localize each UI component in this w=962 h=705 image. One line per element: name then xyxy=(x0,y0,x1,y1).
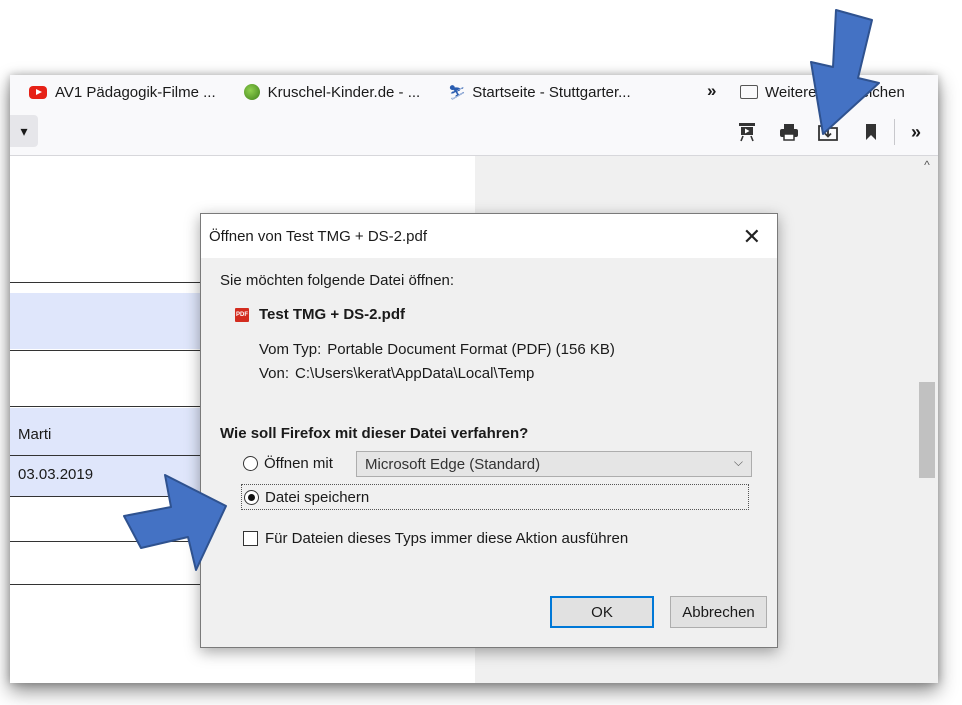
action-question: Wie soll Firefox mit dieser Datei verfah… xyxy=(220,425,529,442)
file-type-row: Vom Typ: Portable Document Format (PDF) (… xyxy=(259,341,615,358)
file-source-label: Von: xyxy=(259,365,290,382)
bookmark-label: Startseite - Stuttgarter... xyxy=(472,83,631,101)
file-source-value: C:\Users\kerat\AppData\Local\Temp xyxy=(295,365,535,382)
folder-icon xyxy=(740,85,758,99)
file-name-row: PDF Test TMG + DS-2.pdf xyxy=(235,306,405,323)
stuttgart-icon: ⛷ xyxy=(448,84,466,100)
ok-button[interactable]: OK xyxy=(550,596,654,628)
dialog-title: Öffnen von Test TMG + DS-2.pdf xyxy=(209,228,428,245)
open-with-radio[interactable] xyxy=(243,456,258,471)
dialog-titlebar: Öffnen von Test TMG + DS-2.pdf ✕ xyxy=(201,214,777,258)
bookmark-av1[interactable]: AV1 Pädagogik-Filme ... xyxy=(29,84,216,101)
bookmark-kruschel[interactable]: Kruschel-Kinder.de - ... xyxy=(243,83,421,101)
always-do-this-label: Für Dateien dieses Typs immer diese Akti… xyxy=(265,530,629,547)
dialog-prompt: Sie möchten folgende Datei öffnen: xyxy=(220,272,455,289)
bookmarks-overflow-button[interactable]: » xyxy=(707,81,716,101)
pdf-file-icon: PDF xyxy=(235,307,249,322)
open-with-label: Öffnen mit xyxy=(264,455,333,472)
presentation-icon[interactable] xyxy=(736,121,758,143)
youtube-icon xyxy=(29,85,47,99)
file-type-value: Portable Document Format (PDF) (156 KB) xyxy=(327,341,615,358)
save-file-label: Datei speichern xyxy=(265,488,370,506)
bookmark-label: Kruschel-Kinder.de - ... xyxy=(267,83,421,101)
zoom-dropdown-button[interactable]: ▾ xyxy=(10,115,38,147)
toolbar-overflow-button[interactable]: » xyxy=(905,121,927,143)
chevron-down-icon: ▾ xyxy=(20,122,28,139)
always-do-this-checkbox[interactable] xyxy=(243,531,258,546)
file-type-label: Vom Typ: xyxy=(259,341,322,358)
open-file-dialog: Öffnen von Test TMG + DS-2.pdf ✕ Sie möc… xyxy=(200,213,778,648)
annotation-arrow-icon xyxy=(810,9,880,135)
date-cell: 03.03.2019 xyxy=(18,466,94,483)
name-cell: Marti xyxy=(18,426,52,443)
annotation-arrow-icon xyxy=(123,474,227,571)
open-with-option[interactable]: Öffnen mit xyxy=(243,455,333,472)
cancel-button[interactable]: Abbrechen xyxy=(670,596,767,628)
save-file-option[interactable]: Datei speichern xyxy=(241,484,749,510)
open-with-app-select[interactable]: Microsoft Edge (Standard) ⌵ xyxy=(356,451,752,477)
kruschel-icon xyxy=(243,84,260,100)
file-name: Test TMG + DS-2.pdf xyxy=(259,306,405,323)
scrollbar[interactable]: ^ xyxy=(916,156,938,683)
bookmark-label: AV1 Pädagogik-Filme ... xyxy=(55,83,216,101)
always-do-this-option[interactable]: Für Dateien dieses Typs immer diese Akti… xyxy=(243,530,628,547)
scroll-up-icon[interactable]: ^ xyxy=(916,158,938,174)
open-with-app-value: Microsoft Edge (Standard) xyxy=(365,455,541,473)
bookmark-stuttgart[interactable]: ⛷ Startseite - Stuttgarter... xyxy=(448,84,630,101)
save-file-radio[interactable] xyxy=(244,489,259,505)
chevron-down-icon: ⌵ xyxy=(733,455,743,469)
scrollbar-thumb[interactable] xyxy=(919,382,935,478)
close-icon[interactable]: ✕ xyxy=(743,224,761,250)
file-source-row: Von: C:\Users\kerat\AppData\Local\Temp xyxy=(259,365,534,382)
